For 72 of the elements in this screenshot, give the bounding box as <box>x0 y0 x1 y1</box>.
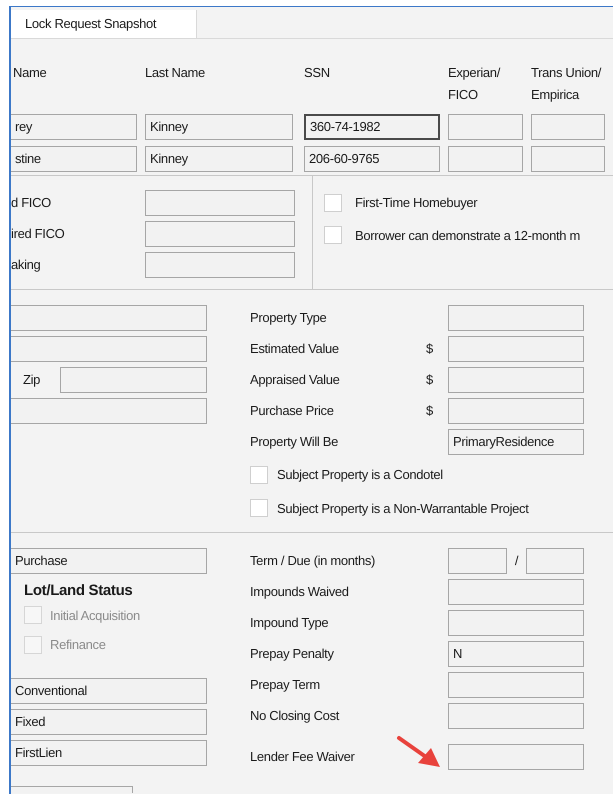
input-field[interactable] <box>145 221 295 247</box>
input-field[interactable]: FirstLien <box>11 740 207 766</box>
input-field[interactable]: 206-60-9765 <box>304 146 440 172</box>
column-header: Name <box>12 64 48 82</box>
input-field[interactable]: PrimaryResidence <box>448 429 584 455</box>
column-header: Trans Union/ Empirica <box>531 64 602 104</box>
field-label: Property Will Be <box>250 433 339 452</box>
field-label: No Closing Cost <box>250 707 340 726</box>
checkbox-label: Borrower can demonstrate a 12-month m <box>355 226 580 244</box>
currency-label: $ <box>426 371 434 390</box>
input-field[interactable]: stine <box>11 146 137 172</box>
input-field[interactable]: Conventional <box>11 678 207 704</box>
input-field[interactable]: Kinney <box>145 114 293 140</box>
checkbox-label: Subject Property is a Condotel <box>277 466 443 484</box>
column-header: SSN <box>304 64 331 82</box>
input-field[interactable] <box>448 305 584 331</box>
field-label: Impound Type <box>250 614 330 632</box>
input-field[interactable] <box>11 786 133 793</box>
currency-label: $ <box>426 340 434 358</box>
input-field[interactable] <box>145 252 295 278</box>
column-header: Experian/ FICO <box>448 64 502 104</box>
checkbox-label: Refinance <box>50 636 106 654</box>
input-field[interactable] <box>448 367 584 393</box>
checkbox-label: Initial Acquisition <box>50 606 140 625</box>
input-field[interactable] <box>448 146 523 172</box>
input-field[interactable] <box>448 336 584 362</box>
checkbox-label: First-Time Homebuyer <box>355 194 478 212</box>
input-field[interactable] <box>448 114 523 140</box>
field-label: d FICO <box>11 194 52 212</box>
input-field[interactable] <box>448 703 584 729</box>
input-field[interactable] <box>448 579 584 605</box>
input-field[interactable] <box>11 305 207 331</box>
section-title: Lot/Land Status <box>23 581 134 601</box>
checkbox-label: Subject Property is a Non-Warrantable Project <box>277 500 529 518</box>
input-field[interactable] <box>60 367 207 393</box>
checkbox[interactable] <box>324 194 342 212</box>
input-field[interactable]: N <box>448 641 584 667</box>
input-field[interactable]: 360-74-1982 <box>304 114 440 140</box>
input-field[interactable] <box>145 190 295 216</box>
field-label: Prepay Penalty <box>250 645 335 664</box>
field-label: Appraised Value <box>250 371 341 390</box>
field-label: Purchase Price <box>250 402 335 420</box>
checkbox[interactable] <box>250 466 268 484</box>
field-label: aking <box>11 256 42 274</box>
field-label: Property Type <box>250 309 328 328</box>
input-field[interactable] <box>11 336 207 362</box>
input-field[interactable] <box>531 114 605 140</box>
input-field[interactable] <box>448 744 584 770</box>
input-field[interactable]: Purchase <box>11 548 207 574</box>
tab[interactable]: Lock Request Snapshot <box>11 10 197 38</box>
input-field[interactable] <box>448 548 507 574</box>
field-label: Term / Due (in months) <box>250 552 376 570</box>
checkbox[interactable] <box>250 499 268 518</box>
field-label: Prepay Term <box>250 676 321 694</box>
field-label: ired FICO <box>11 225 66 244</box>
field-label: Lender Fee Waiver <box>250 748 356 766</box>
field-label: Estimated Value <box>250 340 340 358</box>
input-field[interactable] <box>531 146 605 172</box>
field-label: Zip <box>23 371 42 390</box>
column-header: Last Name <box>145 64 206 82</box>
input-field[interactable] <box>448 398 584 424</box>
checkbox[interactable] <box>324 226 342 244</box>
input-field[interactable] <box>526 548 584 574</box>
field-label: Impounds Waived <box>250 583 350 602</box>
currency-label: $ <box>426 402 434 420</box>
input-field[interactable]: Fixed <box>11 708 207 734</box>
input-field[interactable] <box>448 610 584 636</box>
input-field[interactable]: rey <box>11 114 137 140</box>
input-field[interactable] <box>448 672 584 698</box>
input-field[interactable]: Kinney <box>145 146 293 172</box>
input-field[interactable] <box>11 398 207 424</box>
separator-label: / <box>514 552 520 570</box>
